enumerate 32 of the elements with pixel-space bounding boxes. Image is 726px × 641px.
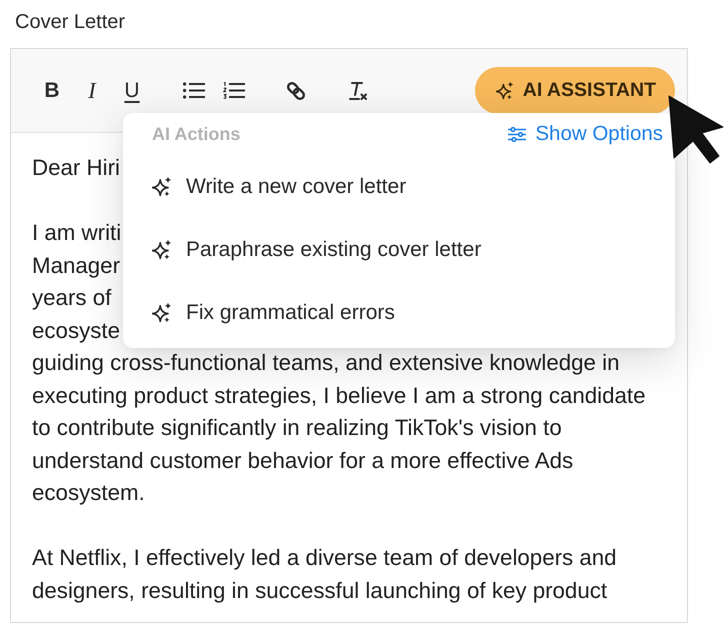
menu-heading: AI Actions	[152, 124, 240, 144]
show-options-link[interactable]: Show Options	[508, 122, 663, 146]
letter-text: executing product strategies, I believe I am a strong candidate	[32, 382, 646, 410]
clear-formatting-icon	[348, 80, 368, 100]
bold-button[interactable]: B	[32, 70, 72, 110]
letter-text: At Netflix, I effectively led a diverse team of developers and	[32, 544, 617, 572]
letter-text: years of	[32, 284, 112, 312]
letter-text: ecosystem.	[32, 479, 145, 507]
letter-text: designers, resulting in successful launching of key product	[32, 576, 608, 605]
sliders-icon	[508, 126, 526, 142]
letter-text: understand customer behavior for a more effective Ads	[32, 446, 574, 474]
letter-text: to contribute significantly in realizing TikTok's vision to	[32, 414, 562, 442]
underline-button[interactable]: U	[112, 70, 152, 110]
numbered-list-icon	[223, 82, 245, 99]
letter-text: I am writi	[32, 219, 122, 247]
link-icon	[286, 80, 306, 100]
letter-text: Dear Hiri	[32, 154, 120, 182]
letter-text: guiding cross-functional teams, and extensive knowledge in	[32, 349, 620, 377]
field-label: Cover Letter	[14, 11, 126, 34]
sparkle-icon	[152, 176, 172, 197]
sparkle-icon	[152, 239, 172, 260]
menu-item[interactable]: Paraphrase existing cover letter	[123, 218, 675, 281]
bullet-list-icon	[183, 82, 205, 99]
menu-item[interactable]: Write a new cover letter	[123, 155, 675, 218]
menu-item[interactable]: Fix grammatical errors	[123, 281, 675, 344]
letter-text: Manager	[32, 252, 120, 280]
sparkle-icon	[152, 302, 172, 323]
sparkle-icon	[496, 81, 514, 100]
cursor-icon	[668, 95, 724, 164]
letter-text: ecosyste	[32, 316, 120, 345]
ai-assistant-button[interactable]: AI ASSISTANT	[474, 67, 675, 114]
italic-button[interactable]: I	[72, 70, 112, 110]
